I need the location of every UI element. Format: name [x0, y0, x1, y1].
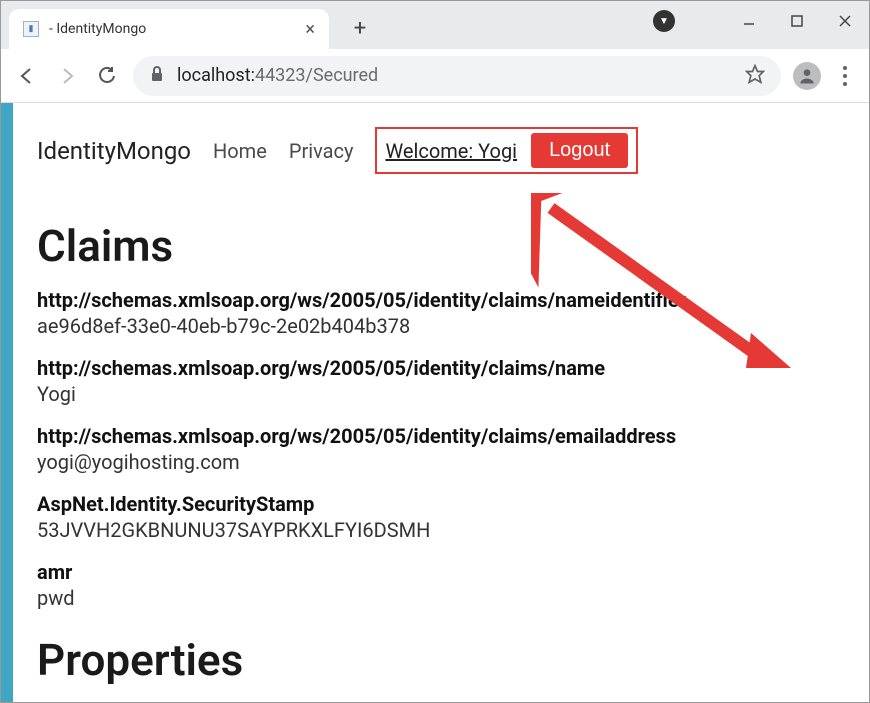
favicon-icon: ▮ — [23, 21, 39, 37]
maximize-button[interactable] — [773, 1, 821, 41]
claim-value: yogi@yogihosting.com — [37, 450, 837, 474]
claim-type: http://schemas.xmlsoap.org/ws/2005/05/id… — [37, 288, 837, 312]
nav-home[interactable]: Home — [213, 139, 267, 163]
reload-button[interactable] — [93, 62, 121, 90]
site-nav: IdentityMongo Home Privacy Welcome: Yogi… — [37, 113, 837, 196]
lock-icon — [149, 65, 165, 87]
claim-item: http://schemas.xmlsoap.org/ws/2005/05/id… — [37, 424, 837, 474]
claim-value: pwd — [37, 586, 837, 610]
profile-avatar-icon[interactable] — [793, 62, 821, 90]
tab-title: - IdentityMongo — [49, 21, 295, 37]
brand-title[interactable]: IdentityMongo — [37, 137, 191, 165]
extension-dropdown-icon[interactable]: ▼ — [653, 10, 675, 32]
welcome-user-link[interactable]: Welcome: Yogi — [385, 139, 517, 163]
nav-privacy[interactable]: Privacy — [289, 139, 354, 163]
forward-button[interactable] — [53, 62, 81, 90]
claim-type: http://schemas.xmlsoap.org/ws/2005/05/id… — [37, 356, 837, 380]
minimize-button[interactable] — [725, 1, 773, 41]
claim-value: ae96d8ef-33e0-40eb-b79c-2e02b404b378 — [37, 314, 837, 338]
claim-item: AspNet.Identity.SecurityStamp53JVVH2GKBN… — [37, 492, 837, 542]
claim-item: amrpwd — [37, 560, 837, 610]
properties-heading: Properties — [37, 634, 837, 686]
new-tab-button[interactable]: + — [345, 13, 375, 43]
claims-heading: Claims — [37, 220, 837, 272]
browser-menu-button[interactable] — [833, 66, 857, 86]
address-bar[interactable]: localhost:44323/Secured — [133, 56, 781, 96]
logout-button[interactable]: Logout — [531, 133, 628, 168]
url-text: localhost:44323/Secured — [177, 65, 378, 86]
claim-type: http://schemas.xmlsoap.org/ws/2005/05/id… — [37, 424, 837, 448]
claim-value: 53JVVH2GKBNUNU37SAYPRKXLFYI6DSMH — [37, 518, 837, 542]
claim-type: AspNet.Identity.SecurityStamp — [37, 492, 837, 516]
close-window-button[interactable] — [821, 1, 869, 41]
page-content: IdentityMongo Home Privacy Welcome: Yogi… — [1, 103, 869, 702]
page-viewport[interactable]: IdentityMongo Home Privacy Welcome: Yogi… — [1, 103, 869, 702]
back-button[interactable] — [13, 62, 41, 90]
claim-type: amr — [37, 560, 837, 584]
window-titlebar: ▮ - IdentityMongo × + ▼ — [1, 1, 869, 49]
claim-item: http://schemas.xmlsoap.org/ws/2005/05/id… — [37, 356, 837, 406]
browser-tab[interactable]: ▮ - IdentityMongo × — [9, 9, 329, 49]
welcome-group: Welcome: Yogi Logout — [375, 127, 638, 174]
close-tab-icon[interactable]: × — [305, 19, 315, 40]
browser-toolbar: localhost:44323/Secured — [1, 49, 869, 103]
bookmark-star-icon[interactable] — [745, 64, 765, 88]
claim-value: Yogi — [37, 382, 837, 406]
claim-item: http://schemas.xmlsoap.org/ws/2005/05/id… — [37, 288, 837, 338]
